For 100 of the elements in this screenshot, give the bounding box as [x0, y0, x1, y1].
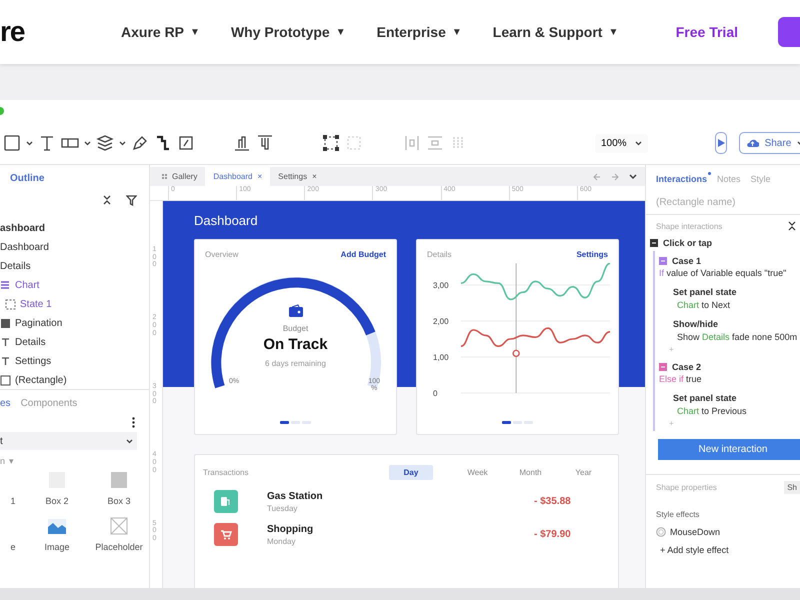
- properties-button[interactable]: Sh: [784, 481, 800, 494]
- outline-item[interactable]: Pagination: [0, 314, 149, 333]
- filter-icon[interactable]: [126, 195, 137, 206]
- axis-label: 0: [433, 389, 438, 398]
- wallet-icon: [288, 304, 304, 318]
- nav-link[interactable]: Enterprise ▼: [376, 24, 462, 40]
- action-detail: Chart to Previous: [676, 405, 748, 418]
- outline-tab[interactable]: Outline: [0, 165, 149, 189]
- cloud-icon: [746, 138, 759, 148]
- collapse-icon[interactable]: [788, 221, 796, 231]
- caret-icon: [634, 140, 642, 146]
- transaction-amount: - $79.90: [534, 529, 571, 540]
- card-title: Details: [427, 250, 452, 259]
- slash-box-icon[interactable]: [177, 134, 195, 152]
- caret-icon[interactable]: [84, 140, 91, 146]
- state-icon: [5, 299, 16, 310]
- widget-item[interactable]: Placeholder: [88, 516, 150, 552]
- case-square-icon[interactable]: [659, 256, 667, 264]
- period-tab[interactable]: Day: [389, 465, 433, 480]
- add-style-effect-link[interactable]: + Add style effect: [646, 537, 800, 555]
- transaction-amount: - $35.88: [534, 496, 571, 507]
- transaction-name: Gas Station: [267, 490, 324, 502]
- widget-item[interactable]: Box 2: [26, 470, 88, 506]
- outline-item[interactable]: (Rectangle): [0, 371, 149, 390]
- layers-icon[interactable]: [96, 134, 114, 152]
- status-text: On Track: [263, 336, 328, 353]
- panel-icon: [0, 280, 11, 291]
- case-square-icon[interactable]: [659, 362, 667, 370]
- connector-icon[interactable]: [154, 134, 172, 152]
- fuel-pump-icon: [220, 496, 232, 507]
- nav-link[interactable]: Why Prototype ▼: [230, 24, 346, 40]
- card-title: Overview: [205, 250, 238, 259]
- zoom-dropdown[interactable]: 100%: [595, 134, 648, 152]
- condition-text: Else if true: [659, 374, 703, 386]
- nav-link[interactable]: Axure RP ▼: [121, 24, 200, 40]
- align-top-icon[interactable]: [256, 134, 274, 152]
- nav-link[interactable]: Learn & Support ▼: [492, 24, 618, 40]
- transaction-name: Shopping: [267, 524, 314, 534]
- condition-text: If value of Variable equals "true": [659, 268, 788, 280]
- action-name: Set panel state: [672, 286, 738, 297]
- action-detail: Show Details fade none 500m: [676, 331, 798, 344]
- free-trial-link[interactable]: Free Trial: [676, 24, 738, 40]
- add-budget-link[interactable]: Add Budget: [340, 250, 386, 259]
- caret-icon[interactable]: [26, 140, 33, 146]
- logo[interactable]: re: [0, 16, 121, 48]
- section-label: Shape interactions: [656, 222, 722, 230]
- rectangle-icon: [0, 375, 11, 386]
- page-tab[interactable]: Gallery: [154, 167, 206, 186]
- effect-name: MouseDown: [670, 527, 720, 537]
- text-icon: [0, 356, 11, 367]
- share-button[interactable]: Share: [738, 132, 800, 154]
- page-tab[interactable]: Settings ×: [270, 167, 325, 186]
- radio-icon[interactable]: [656, 527, 666, 537]
- outline-item[interactable]: State 1: [0, 295, 149, 314]
- new-interaction-button[interactable]: New interaction: [658, 439, 800, 460]
- widget-item[interactable]: Image: [26, 516, 88, 552]
- axis-label: 1,00: [433, 353, 449, 362]
- grid-icon: [162, 174, 167, 179]
- preview-button[interactable]: [714, 132, 727, 154]
- card-title: Transactions: [203, 468, 248, 477]
- cart-icon: [220, 529, 232, 540]
- widget-item[interactable]: e: [0, 516, 26, 552]
- transaction-day: Tuesday: [267, 504, 497, 512]
- chevron-icon[interactable]: [629, 172, 637, 180]
- image-icon: [47, 516, 67, 536]
- settings-link[interactable]: Settings: [576, 250, 608, 259]
- period-tab[interactable]: Year: [557, 465, 610, 480]
- library-dropdown[interactable]: t: [0, 432, 137, 450]
- collapse-icon[interactable]: [102, 195, 112, 205]
- inspector-tab[interactable]: Interactions: [656, 173, 708, 185]
- widget-item[interactable]: Box 3: [88, 470, 150, 506]
- section-label: Shape properties: [656, 483, 717, 492]
- rectangle-tool-icon[interactable]: [3, 134, 21, 152]
- transaction-day: Monday: [267, 536, 497, 546]
- caret-icon[interactable]: [119, 140, 126, 146]
- cta-button[interactable]: [778, 17, 800, 47]
- outline-item[interactable]: Chart: [0, 276, 149, 295]
- text-icon: [0, 337, 11, 348]
- play-icon: [716, 138, 726, 148]
- outline-item[interactable]: ashboard: [0, 219, 149, 238]
- collapse-square-icon[interactable]: [650, 239, 658, 247]
- period-tab[interactable]: Month: [504, 465, 557, 480]
- align-bottom-icon[interactable]: [233, 134, 251, 152]
- outline-item[interactable]: Details: [0, 333, 149, 352]
- text-tool-icon[interactable]: [38, 134, 56, 152]
- group-icon[interactable]: [322, 134, 340, 152]
- period-tab[interactable]: Week: [451, 465, 504, 480]
- action-detail: Chart to Next: [676, 299, 732, 312]
- budget-label: Budget: [282, 324, 308, 333]
- library-tab[interactable]: es: [0, 398, 11, 417]
- outline-item[interactable]: Details: [0, 257, 149, 276]
- page-tab[interactable]: Dashboard ×: [205, 167, 270, 186]
- outline-item[interactable]: Settings: [0, 352, 149, 371]
- axis-label: 3,00: [433, 281, 449, 290]
- more-icon[interactable]: [132, 417, 135, 428]
- caret-icon: [126, 438, 133, 444]
- pen-icon[interactable]: [131, 134, 149, 152]
- box-icon: [109, 470, 129, 490]
- outline-item[interactable]: Dashboard: [0, 238, 149, 257]
- widget-item[interactable]: 1: [0, 470, 26, 506]
